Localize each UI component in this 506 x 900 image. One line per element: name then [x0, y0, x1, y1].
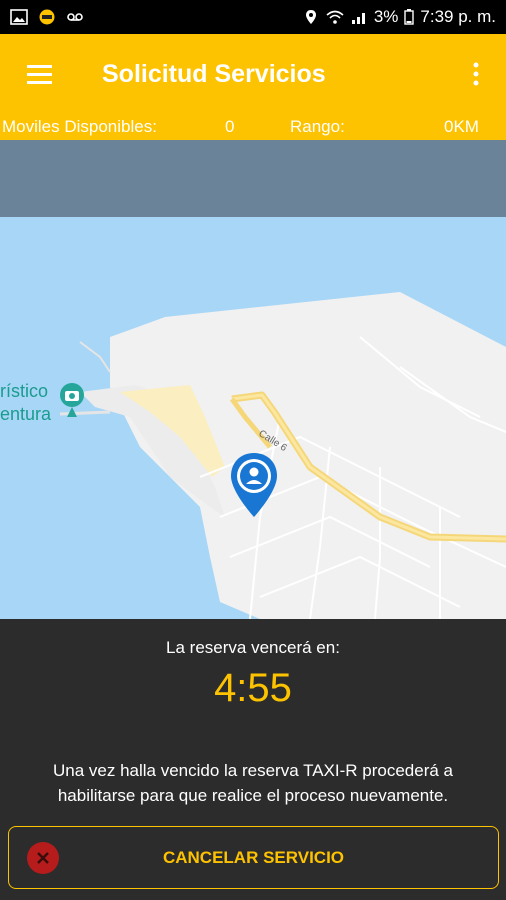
info-bar: Moviles Disponibles: 0 Rango: 0KM [0, 114, 506, 140]
voicemail-icon [67, 13, 83, 21]
overflow-menu-button[interactable] [446, 34, 506, 114]
cancel-service-button[interactable]: CANCELAR SERVICIO [8, 826, 499, 889]
map-view[interactable]: Calle 6 rístico entura [0, 217, 506, 619]
battery-icon [404, 9, 415, 25]
wifi-icon [326, 10, 344, 24]
more-vert-icon [473, 62, 479, 86]
message-line-1: Una vez halla vencido la reserva TAXI-R … [52, 761, 453, 780]
cancel-icon [27, 842, 59, 874]
reservation-label: La reserva vencerá en: [166, 638, 340, 657]
poi-label-line1: rístico [0, 381, 48, 401]
map-overlay-band [0, 140, 506, 217]
cancel-service-label: CANCELAR SERVICIO [162, 847, 345, 867]
signal-icon [351, 13, 365, 24]
map-canvas: Calle 6 rístico entura [0, 292, 506, 619]
hamburger-icon [27, 65, 52, 84]
status-bar: 3% 7:39 p. m. [0, 0, 506, 34]
image-icon [10, 9, 28, 25]
rango-label: Rango: [290, 117, 345, 136]
app-bar: Solicitud Servicios [0, 34, 506, 114]
reservation-panel: La reserva vencerá en: 4:55 Una vez hall… [0, 619, 506, 900]
reservation-message: Una vez halla vencido la reserva TAXI-R … [0, 758, 506, 808]
moviles-value: 0 [225, 117, 235, 136]
moviles-label: Moviles Disponibles: [2, 117, 157, 136]
message-line-2: habilitarse para que realice el proceso … [57, 786, 449, 805]
taxi-icon [39, 9, 55, 25]
clock: 7:39 p. m. [420, 7, 496, 26]
battery-percent: 3% [373, 7, 399, 26]
countdown-timer: 4:55 [214, 666, 292, 710]
location-icon [305, 10, 316, 24]
menu-button[interactable] [0, 34, 80, 114]
poi-label-line2: entura [0, 404, 52, 424]
page-title: Solicitud Servicios [102, 59, 326, 88]
rango-value: 0KM [444, 117, 479, 136]
